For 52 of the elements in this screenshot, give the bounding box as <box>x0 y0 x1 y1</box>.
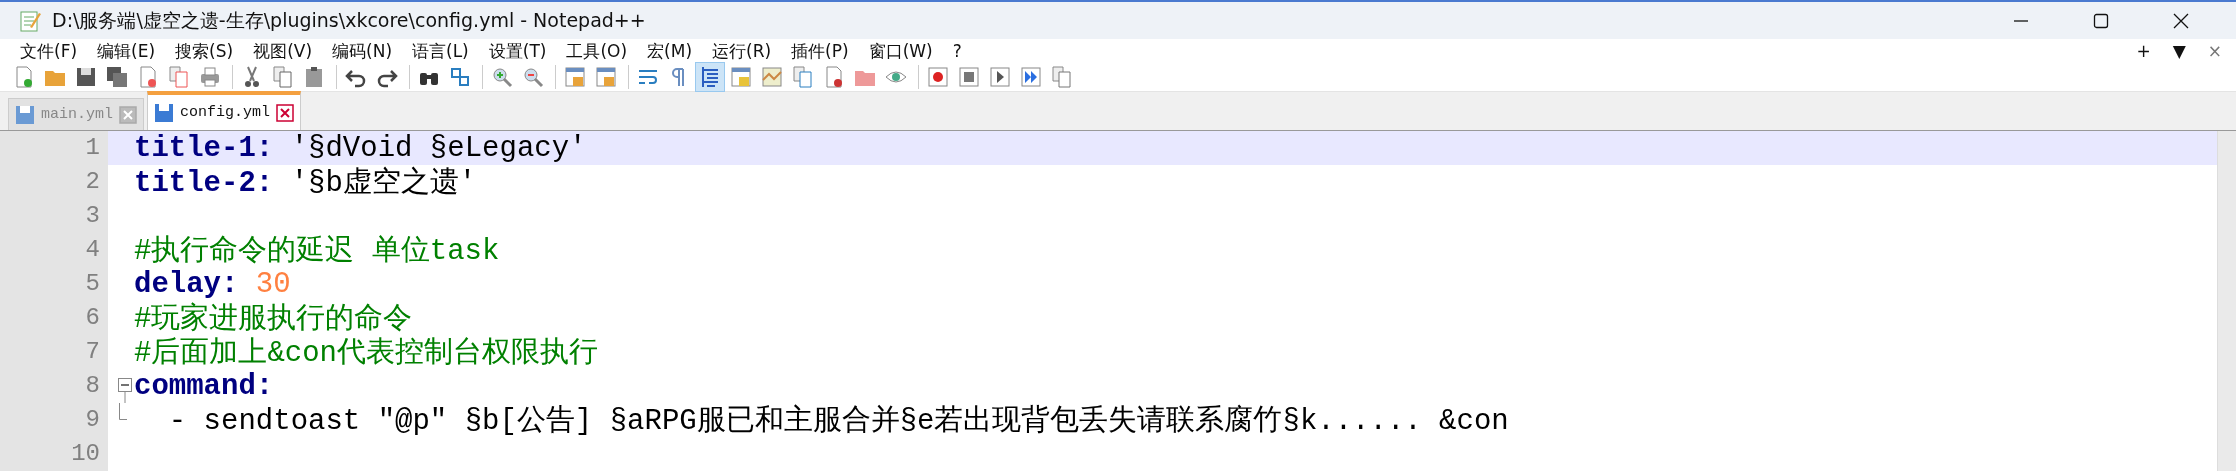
maximize-icon[interactable] <box>2092 11 2110 30</box>
indent-guide-icon[interactable] <box>696 63 724 91</box>
code-text: '§b虚空之遗' <box>290 167 477 200</box>
code-text: '§dVoid §eLegacy' <box>290 131 587 165</box>
line-number: 7 <box>0 335 108 369</box>
code-text: - sendtoast "@p" §b[公告] §aRPG服已和主服合并§e若出现背包丢失请联系腐竹§k...... &con <box>167 405 1509 438</box>
menu-item[interactable]: 视图(V) <box>253 39 313 63</box>
menu-item[interactable]: 搜索(S) <box>175 39 234 63</box>
menu-item[interactable]: 运行(R) <box>712 39 772 63</box>
yaml-colon: : <box>255 369 274 403</box>
line-number: 10 <box>0 437 108 471</box>
notepad-icon <box>18 8 42 33</box>
yaml-key: title-2 <box>134 167 256 200</box>
menu-button[interactable]: + <box>2136 41 2151 62</box>
menu-item[interactable]: 窗口(W) <box>868 39 933 63</box>
line-number: 4 <box>0 233 108 267</box>
menu-button[interactable]: × <box>2207 41 2222 62</box>
code-comment: #玩家进服执行的命令 <box>134 303 413 336</box>
menu-item[interactable]: 插件(P) <box>791 39 849 63</box>
save-icon <box>15 104 35 125</box>
line-number: 6 <box>0 301 108 335</box>
close-icon[interactable] <box>2172 11 2190 30</box>
window-title: D:\服务端\虚空之遗-生存\plugins\xkcore\config.yml - Notepad++ <box>52 7 646 33</box>
line-number: 1 <box>0 131 108 165</box>
menu-item[interactable]: 编码(N) <box>332 39 392 63</box>
menu-item[interactable]: 语言(L) <box>412 39 469 63</box>
yaml-colon: : <box>255 131 275 165</box>
tab-close-icon[interactable] <box>276 103 295 122</box>
yaml-key: command <box>134 369 256 403</box>
code-comment: #后面加上&con代表控制台权限执行 <box>134 337 598 370</box>
line-number: 5 <box>0 267 108 301</box>
fold-icon[interactable] <box>118 378 132 403</box>
menu-item[interactable]: 宏(M) <box>647 39 692 63</box>
scrollbar[interactable] <box>2217 131 2236 471</box>
code-comment: #执行命令的延迟 单位task <box>134 235 500 268</box>
menu-item[interactable]: 设置(T) <box>488 39 547 63</box>
line-number: 8 <box>0 369 108 403</box>
yaml-key: delay <box>134 267 221 301</box>
menu-item[interactable]: 工具(O) <box>566 39 628 63</box>
line-number: 2 <box>0 165 108 199</box>
menu-item[interactable]: 文件(F) <box>20 39 78 63</box>
number-value: 30 <box>255 267 291 301</box>
file-tab[interactable]: config.yml <box>147 91 302 130</box>
line-number: 3 <box>0 199 108 233</box>
line-number: 9 <box>0 403 108 437</box>
menu-item[interactable]: 编辑(E) <box>97 39 156 63</box>
save-icon <box>154 102 174 123</box>
yaml-colon: : <box>255 167 275 200</box>
menu-button[interactable]: ▼ <box>2172 41 2186 62</box>
yaml-key: title-1 <box>134 131 256 165</box>
yaml-colon: : <box>221 267 240 301</box>
menu-item[interactable]: ? <box>952 41 962 62</box>
